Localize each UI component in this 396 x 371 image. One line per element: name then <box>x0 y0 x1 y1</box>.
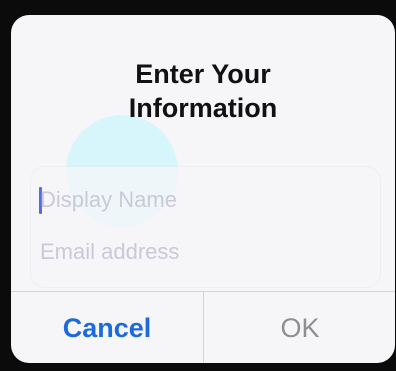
input-dialog: Enter Your Information Cancel OK <box>11 15 395 363</box>
dialog-button-bar: Cancel OK <box>11 291 395 363</box>
screen-frame: Enter Your Information Cancel OK <box>0 0 396 371</box>
cancel-button[interactable]: Cancel <box>11 292 203 363</box>
email-address-input[interactable] <box>40 232 370 272</box>
display-name-input[interactable] <box>40 180 370 220</box>
input-fields-group <box>31 167 380 287</box>
ok-button[interactable]: OK <box>204 292 395 363</box>
dialog-title: Enter Your Information <box>128 59 278 123</box>
